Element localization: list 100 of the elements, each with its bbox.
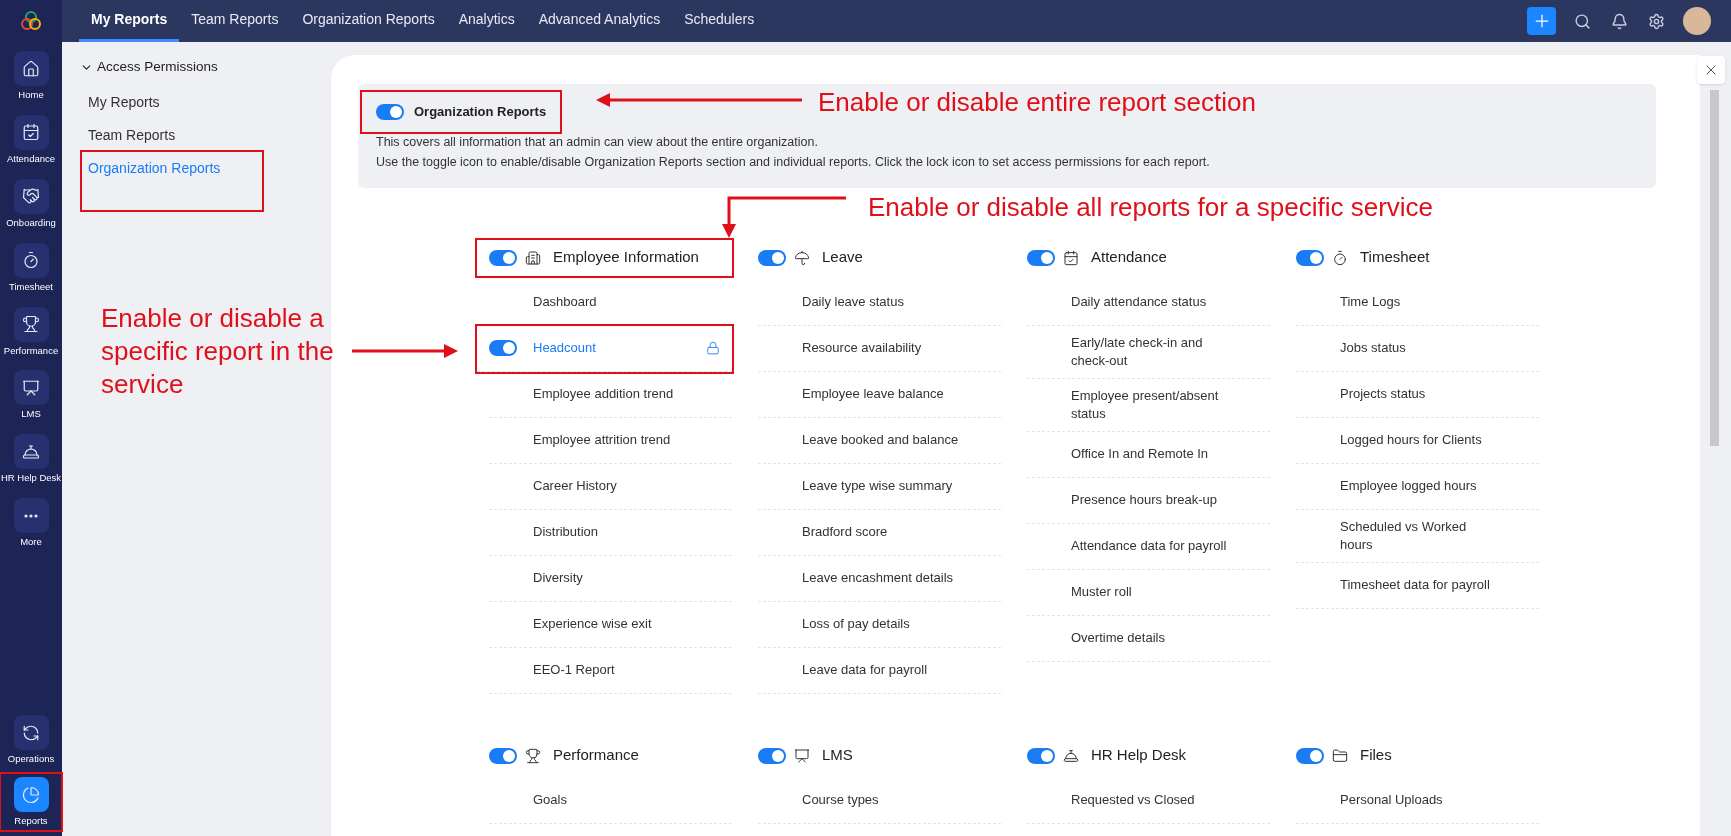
report-item[interactable]: Office In and Remote In [1071,445,1209,463]
report-item[interactable]: Logged hours for Clients [1340,431,1482,449]
report-item[interactable]: Bradford score [802,523,888,541]
report-item[interactable]: Diversity [533,569,583,587]
nav-tab[interactable]: My Reports [79,0,180,42]
report-item[interactable]: Presence hours break-up [1071,491,1217,509]
report-item[interactable]: Early/late check-in and check-out [1071,333,1230,370]
report-link[interactable]: Headcount [533,338,690,358]
service-title: Employee Information [553,247,699,268]
report-item[interactable]: Scheduled vs Worked hours [1340,517,1499,554]
rail-item[interactable]: More [1,495,61,551]
report-item[interactable]: Requested vs Closed [1071,791,1195,809]
service-bell-icon [1063,747,1079,764]
rail-item[interactable]: Onboarding [1,175,61,232]
stopwatch-icon [22,251,40,270]
service-title: Timesheet [1360,247,1430,268]
search-icon[interactable] [1574,12,1591,30]
report-item[interactable]: EEO-1 Report [533,661,615,679]
sidebar-item[interactable]: Team Reports [82,119,262,152]
report-item[interactable]: Time Logs [1340,293,1401,311]
report-item[interactable]: Jobs status [1340,339,1406,357]
toggle-switch[interactable] [758,747,786,764]
handshake-icon [22,187,40,206]
rail-item[interactable]: Home [1,48,61,104]
service-title: Attendance [1091,247,1167,268]
report-item[interactable]: Goals [533,791,567,809]
description-text: Use the toggle icon to enable/disable Organization Reports section and individual reports. Click the lock icon to set access permissions for each report. [376,153,1211,171]
close-button[interactable] [1697,56,1725,84]
sidebar-group[interactable]: Access Permissions [80,56,218,78]
umbrella-icon [794,249,810,266]
trophy-icon [22,315,40,333]
avatar[interactable] [1683,7,1711,35]
report-item[interactable]: Leave type wise summary [802,477,953,495]
pie-chart-icon [22,785,40,804]
toggle-switch[interactable] [489,249,517,266]
report-item[interactable]: Course types [802,791,879,809]
nav-tab[interactable]: Organization Reports [290,0,447,42]
sidebar-item[interactable]: Organization Reports [82,152,262,210]
rail-item[interactable]: HR Help Desk [1,431,61,488]
description-text: This covers all information that an admin can view about the entire organization. [376,133,819,151]
section-title: Organization Reports [414,103,547,121]
rail-item[interactable]: Attendance [1,111,61,168]
annotation-text: Enable or disable all reports for a specific service [868,191,1434,224]
report-item[interactable]: Employee leave balance [802,385,944,403]
report-item[interactable]: Employee logged hours [1340,477,1477,495]
toggle-switch[interactable] [489,340,517,356]
folder-icon [1332,747,1348,764]
toggle-switch[interactable] [489,747,517,764]
settings-icon[interactable] [1648,12,1665,30]
toggle-switch[interactable] [1027,747,1055,764]
toggle-switch[interactable] [1296,747,1324,764]
rail-item[interactable]: Operations [1,712,61,769]
report-item[interactable]: Dashboard [533,293,597,311]
report-item[interactable]: Timesheet data for payroll [1340,576,1490,594]
service-title: LMS [822,745,853,766]
report-item[interactable]: Leave data for payroll [802,661,928,679]
report-item[interactable]: Employee attrition trend [533,431,671,449]
stopwatch-icon [1332,249,1348,266]
report-item[interactable]: Employee present/absent status [1071,386,1230,423]
report-item[interactable]: Attendance data for payroll [1071,537,1227,555]
report-item[interactable]: Experience wise exit [533,615,652,633]
building-icon [525,249,541,266]
annotation-text: Enable or disable a specific report in the service [101,302,335,401]
service-title: Leave [822,247,863,268]
toggle-switch[interactable] [1296,249,1324,266]
nav-tab[interactable]: Schedulers [672,0,767,42]
report-item[interactable]: Muster roll [1071,583,1132,601]
rail-item[interactable]: Timesheet [1,239,61,296]
report-item[interactable]: Projects status [1340,385,1426,403]
report-item[interactable]: Personal Uploads [1340,791,1443,809]
nav-tab[interactable]: Team Reports [179,0,291,42]
report-item[interactable]: Daily leave status [802,293,904,311]
lock-icon[interactable] [706,341,720,355]
nav-tab[interactable]: Advanced Analytics [526,0,673,42]
add-button[interactable] [1527,7,1556,35]
report-item[interactable]: Employee addition trend [533,385,674,403]
report-item[interactable]: Loss of pay details [802,615,910,633]
rail-item[interactable]: LMS [1,367,61,424]
trophy-icon [525,747,541,764]
calendar-check-icon [22,123,40,142]
toggle-switch[interactable] [376,103,404,120]
home-icon [22,59,40,78]
service-bell-icon [22,442,40,461]
report-item[interactable]: Distribution [533,523,599,541]
report-item[interactable]: Leave encashment details [802,569,954,587]
sidebar-item[interactable]: My Reports [82,86,262,119]
report-item[interactable]: Daily attendance status [1071,293,1207,311]
report-item[interactable]: Leave booked and balance [802,431,959,449]
service-title: Files [1360,745,1392,766]
report-item[interactable]: Career History [533,477,617,495]
report-item[interactable]: Overtime details [1071,629,1165,647]
nav-tab[interactable]: Analytics [446,0,527,42]
rail-item[interactable]: Reports [1,774,61,830]
toggle-switch[interactable] [1027,249,1055,266]
service-title: Performance [553,745,639,766]
board-icon [794,747,810,764]
notification-icon[interactable] [1611,12,1628,30]
toggle-switch[interactable] [758,249,786,266]
report-item[interactable]: Resource availability [802,339,922,357]
rail-item[interactable]: Performance [1,303,61,360]
